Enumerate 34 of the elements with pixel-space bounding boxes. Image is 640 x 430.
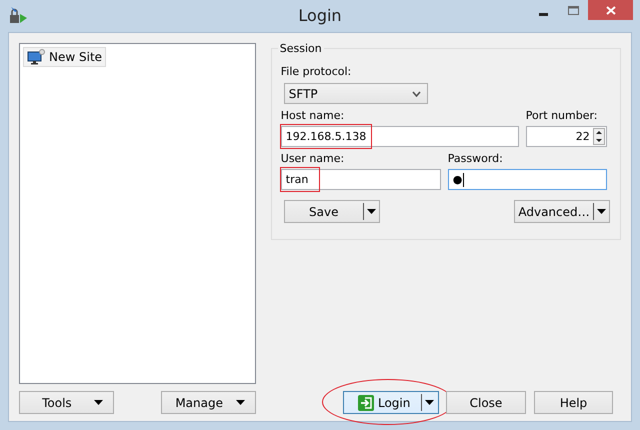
advanced-button[interactable]: Advanced… [514,200,610,223]
monitor-icon [27,49,45,65]
input-field[interactable]: tran [280,169,441,190]
dialog-button[interactable]: Help [534,391,614,414]
enter-icon[interactable] [358,394,374,410]
spinner-arrows-icon[interactable] [592,128,605,145]
dropdown-arrow-icon[interactable] [236,400,246,405]
close-button[interactable] [588,0,633,20]
tools-button[interactable]: Tools [19,391,114,414]
save-button[interactable]: Save [284,200,380,223]
minimize-icon[interactable] [538,12,548,16]
field-label: File protocol: [280,65,352,79]
maximize-icon[interactable] [568,6,578,14]
field-label: User name: [280,152,346,166]
field-label: Host name: [280,109,346,123]
dropdown-arrow-icon[interactable] [424,400,434,405]
dropdown-arrow-icon[interactable] [366,209,376,214]
manage-button[interactable]: Manage [161,391,256,414]
input-field[interactable]: ● [448,169,607,190]
window-title: Login [297,6,343,25]
protocol-dropdown[interactable]: SFTP [284,83,428,104]
site-item[interactable]: New Site [23,47,106,67]
login-button[interactable]: Login [342,391,439,414]
group-title: Session [278,42,324,55]
close-icon[interactable] [606,6,616,14]
chevron-down-icon [412,90,421,96]
field-label: Password: [448,152,504,166]
dialog-button[interactable]: Close [446,391,526,414]
app-icon [9,6,29,26]
field-label: Port number: [526,109,599,123]
input-field[interactable]: 192.168.5.138 [280,126,519,147]
dropdown-arrow-icon[interactable] [94,400,103,405]
dropdown-arrow-icon[interactable] [597,209,606,214]
input-field[interactable]: 22 [526,126,607,147]
